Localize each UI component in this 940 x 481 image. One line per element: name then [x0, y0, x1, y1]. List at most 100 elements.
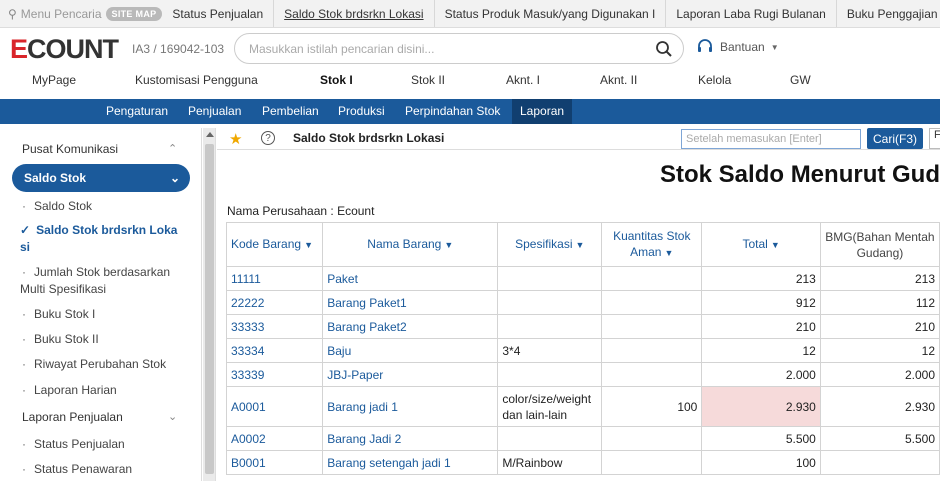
sort-icon[interactable]: ▼	[664, 248, 673, 258]
star-icon[interactable]: ★	[229, 130, 242, 148]
ecount-logo[interactable]: ECOUNT	[10, 36, 119, 63]
main-nav: MyPage Kustomisasi Pengguna Stok I Stok …	[0, 70, 940, 94]
col-kode-barang[interactable]: Kode Barang ▼	[225, 222, 324, 267]
sort-icon[interactable]: ▼	[575, 240, 584, 250]
subnav-laporan[interactable]: Laporan	[512, 99, 573, 124]
cell-code[interactable]: 33339	[225, 362, 324, 387]
sidebar-item-saldo-stok[interactable]: · Saldo Stok	[22, 198, 92, 215]
sidebar-item-riwayat-perubahan[interactable]: · Riwayat Perubahan Stok	[22, 356, 166, 373]
cell-total: 912	[701, 290, 821, 315]
sidebar-item-jumlah-stok[interactable]: · Jumlah Stok berdasarkan Multi Spesifikas…	[20, 264, 170, 298]
cell-name[interactable]: Paket	[322, 266, 499, 291]
nav-kelola[interactable]: Kelola	[698, 73, 731, 87]
nav-stok-2[interactable]: Stok II	[411, 73, 445, 87]
col-total[interactable]: Total ▼	[701, 222, 821, 267]
help-menu[interactable]: Bantuan ▼	[696, 38, 779, 56]
shortcut-bar: ⚲ Menu Pencaria SITE MAP Status Penjuala…	[0, 0, 940, 28]
table-row: A0002 Barang Jadi 2 5.500 5.500	[225, 426, 940, 451]
cell-code[interactable]: 11111	[225, 266, 324, 291]
cell-bmg: 112	[819, 290, 940, 315]
shortcut-link-laporan-laba-rugi[interactable]: Laporan Laba Rugi Bulanan	[666, 0, 837, 27]
help-icon[interactable]: ?	[261, 131, 275, 145]
sidebar-item-buku-stok-2[interactable]: · Buku Stok II	[22, 331, 99, 348]
sort-icon[interactable]: ▼	[771, 240, 780, 250]
table-row: 33334 Baju 3*4 12 12	[225, 338, 940, 363]
nav-gw[interactable]: GW	[790, 73, 811, 87]
sidebar-item-status-penjualan[interactable]: · Status Penjualan	[22, 436, 125, 453]
cell-bmg: 213	[819, 266, 940, 291]
subnav-pembelian[interactable]: Pembelian	[254, 99, 327, 124]
sort-icon[interactable]: ▼	[304, 240, 313, 250]
subnav-produksi[interactable]: Produksi	[330, 99, 393, 124]
help-label[interactable]: Bantuan	[720, 40, 765, 54]
subnav-penjualan[interactable]: Penjualan	[180, 99, 249, 124]
cell-code[interactable]: A0002	[225, 426, 324, 451]
sort-icon[interactable]: ▼	[444, 240, 453, 250]
cell-name[interactable]: Barang Paket2	[322, 314, 499, 339]
more-button[interactable]: F	[929, 128, 940, 149]
nav-aknt-1[interactable]: Aknt. I	[506, 73, 540, 87]
cell-bmg: 5.500	[819, 426, 940, 451]
stock-table: Kode Barang ▼ Nama Barang ▼ Spesifikasi ▼ K…	[225, 222, 940, 475]
sitemap-button[interactable]: SITE MAP	[105, 6, 163, 21]
sidebar-item-saldo-stok-lokasi[interactable]: ✓ Saldo Stok brdsrkn Loka si	[20, 222, 177, 256]
cell-total: 12	[701, 338, 821, 363]
check-icon: ✓	[20, 223, 31, 237]
table-row: 22222 Barang Paket1 912 112	[225, 290, 940, 315]
subnav-perpindahan-stok[interactable]: Perpindahan Stok	[397, 99, 508, 124]
cell-code[interactable]: 33333	[225, 314, 324, 339]
cell-name[interactable]: Baju	[322, 338, 499, 363]
search-icon[interactable]: ⚲	[8, 7, 17, 21]
cell-spec	[497, 266, 603, 291]
search-icon[interactable]	[655, 40, 673, 58]
content-search-input[interactable]	[681, 129, 861, 149]
headset-icon	[698, 39, 712, 52]
sidebar-section-pusat-komunikasi[interactable]: Pusat Komunikasi	[22, 142, 118, 156]
subnav-pengaturan[interactable]: Pengaturan	[98, 99, 176, 124]
cell-code[interactable]: 33334	[225, 338, 324, 363]
shortcut-link-status-penjualan[interactable]: Status Penjualan	[162, 0, 275, 27]
cell-total: 2.930	[701, 386, 821, 427]
cell-name[interactable]: Barang jadi 1	[322, 386, 499, 427]
chevron-up-icon[interactable]: ⌃	[168, 142, 177, 155]
cell-name[interactable]: JBJ-Paper	[322, 362, 499, 387]
company-name: Nama Perusahaan : Ecount	[227, 204, 375, 218]
cell-code[interactable]: A0001	[225, 386, 324, 427]
cell-bmg: 12	[819, 338, 940, 363]
global-search[interactable]	[234, 33, 684, 64]
cell-spec	[497, 362, 603, 387]
shortcut-link-buku-penggajian[interactable]: Buku Penggajian	[837, 0, 940, 27]
scrollbar-thumb[interactable]	[205, 144, 214, 474]
sidebar-group-saldo-stok[interactable]: Saldo Stok ⌄	[12, 164, 190, 192]
sidebar-scrollbar[interactable]	[203, 128, 216, 481]
sidebar-section-laporan-penjualan[interactable]: Laporan Penjualan	[22, 410, 123, 424]
cell-spec: M/Rainbow	[497, 450, 603, 475]
cell-name[interactable]: Barang Paket1	[322, 290, 499, 315]
scroll-up-icon[interactable]	[206, 132, 214, 137]
col-spesifikasi[interactable]: Spesifikasi ▼	[497, 222, 603, 267]
cell-code[interactable]: 22222	[225, 290, 324, 315]
shortcut-link-status-produk[interactable]: Status Produk Masuk/yang Digunakan I	[435, 0, 667, 27]
nav-kustomisasi[interactable]: Kustomisasi Pengguna	[135, 73, 258, 87]
nav-mypage[interactable]: MyPage	[32, 73, 76, 87]
cell-name[interactable]: Barang setengah jadi 1	[322, 450, 499, 475]
nav-stok-1[interactable]: Stok I	[320, 73, 353, 87]
sidebar-item-status-penawaran[interactable]: · Status Penawaran	[22, 461, 132, 478]
cell-safe-qty	[601, 362, 703, 387]
sidebar-item-buku-stok-1[interactable]: · Buku Stok I	[22, 306, 95, 323]
shortcut-link-saldo-stok-lokasi[interactable]: Saldo Stok brdsrkn Lokasi	[274, 0, 435, 27]
cell-name[interactable]: Barang Jadi 2	[322, 426, 499, 451]
nav-aknt-2[interactable]: Aknt. II	[600, 73, 637, 87]
sidebar-item-laporan-harian[interactable]: · Laporan Harian	[22, 382, 117, 399]
cell-bmg: 2.930	[819, 386, 940, 427]
global-search-input[interactable]	[249, 40, 649, 58]
cell-safe-qty	[601, 314, 703, 339]
cell-code[interactable]: B0001	[225, 450, 324, 475]
find-button[interactable]: Cari(F3)	[867, 128, 923, 149]
menu-search-input[interactable]: Menu Pencaria	[21, 7, 102, 21]
cell-safe-qty	[601, 426, 703, 451]
chevron-down-icon[interactable]: ⌄	[168, 410, 177, 423]
table-row: 33339 JBJ-Paper 2.000 2.000	[225, 362, 940, 387]
col-kuantitas-stok-aman[interactable]: Kuantitas Stok Aman ▼	[601, 222, 703, 267]
col-nama-barang[interactable]: Nama Barang ▼	[322, 222, 499, 267]
